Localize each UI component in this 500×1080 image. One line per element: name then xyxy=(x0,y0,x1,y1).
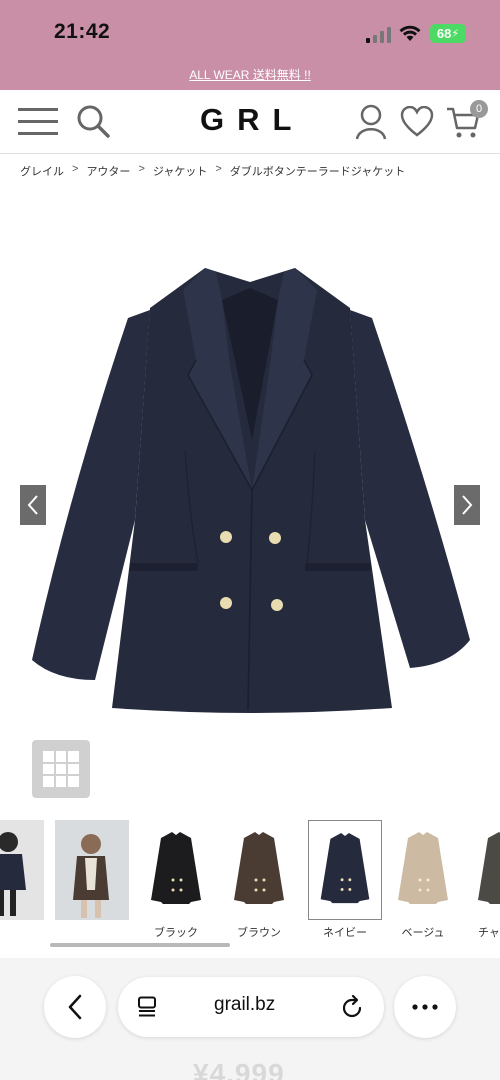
url-text[interactable]: grail.bz xyxy=(214,994,275,1016)
browser-back-button[interactable] xyxy=(44,976,106,1038)
breadcrumb-item-outer[interactable]: アウター xyxy=(86,163,130,179)
thumbnail-color-black[interactable] xyxy=(139,820,213,920)
thumbnail-strip[interactable]: ブラック ブラウン ネイビー ベージュ チャ xyxy=(0,820,500,950)
cellular-signal-icon xyxy=(366,27,391,43)
battery-level: 68 xyxy=(436,26,452,41)
breadcrumb-item-jacket[interactable]: ジャケット xyxy=(153,163,207,179)
tabs-overview-icon[interactable] xyxy=(136,996,158,1018)
thumbnail-label-brown: ブラウン xyxy=(237,927,281,939)
promo-banner[interactable]: ALL WEAR 送料無料 !! xyxy=(0,62,500,90)
status-bar: 21:42 68 ⚡ xyxy=(0,0,500,62)
breadcrumb-item-home[interactable]: グレイル xyxy=(20,163,64,179)
wifi-icon xyxy=(399,25,421,41)
thumbnail-label-black: ブラック xyxy=(154,927,198,939)
grid-view-button[interactable] xyxy=(32,740,90,798)
jacket-thumbnail-icon xyxy=(151,832,201,904)
thumbnail-model-2[interactable] xyxy=(55,820,129,920)
more-options-button[interactable] xyxy=(394,976,456,1038)
charging-icon: ⚡ xyxy=(451,28,460,40)
price-peek: ¥4,999 xyxy=(193,1058,285,1080)
jacket-thumbnail-icon xyxy=(320,833,370,904)
horizontal-scrollbar[interactable] xyxy=(50,943,230,947)
breadcrumb-item-current: ダブルボタンテーラードジャケット xyxy=(229,166,406,178)
chevron-left-icon xyxy=(27,495,38,515)
breadcrumb: グレイル > アウター > ジャケット > ダブルボタンテーラードジャケット xyxy=(20,163,405,179)
previous-image-button[interactable] xyxy=(20,485,46,525)
cart-count-badge: 0 xyxy=(470,100,488,118)
jacket-thumbnail-icon xyxy=(398,832,448,904)
breadcrumb-separator: > xyxy=(72,163,79,175)
thumbnail-color-navy[interactable] xyxy=(308,820,382,920)
grid-icon xyxy=(43,751,79,787)
next-image-button[interactable] xyxy=(454,485,480,525)
thumbnail-color-charcoal[interactable] xyxy=(466,820,500,920)
reload-icon[interactable] xyxy=(340,994,364,1020)
search-icon[interactable] xyxy=(76,104,110,138)
jacket-thumbnail-icon xyxy=(234,832,284,904)
thumbnail-label-beige: ベージュ xyxy=(401,927,445,939)
thumbnail-color-beige[interactable] xyxy=(386,820,460,920)
heart-icon[interactable] xyxy=(400,106,434,138)
chevron-right-icon xyxy=(462,495,473,515)
thumbnail-color-brown[interactable] xyxy=(222,820,296,920)
jacket-product-image xyxy=(32,268,470,713)
breadcrumb-separator: > xyxy=(138,163,145,175)
url-bar[interactable]: grail.bz xyxy=(118,977,384,1037)
breadcrumb-separator: > xyxy=(215,163,222,175)
model-photo-icon xyxy=(55,820,129,920)
chevron-left-icon xyxy=(68,994,82,1020)
menu-icon[interactable] xyxy=(18,106,58,138)
account-icon[interactable] xyxy=(355,104,387,140)
ellipsis-icon xyxy=(412,1004,438,1010)
site-header: GRL xyxy=(0,90,500,154)
promo-text[interactable]: ALL WEAR 送料無料 !! xyxy=(189,68,311,82)
battery-indicator: 68 ⚡ xyxy=(430,24,466,43)
thumbnail-model-1[interactable] xyxy=(0,820,44,920)
site-logo[interactable]: GRL xyxy=(200,102,304,138)
product-image-carousel[interactable] xyxy=(0,190,500,730)
model-photo-icon xyxy=(0,820,44,920)
jacket-thumbnail-icon xyxy=(478,832,500,904)
thumbnail-label-navy: ネイビー xyxy=(323,927,367,939)
clock: 21:42 xyxy=(54,20,111,43)
thumbnail-label-charcoal: チャ xyxy=(478,927,500,939)
